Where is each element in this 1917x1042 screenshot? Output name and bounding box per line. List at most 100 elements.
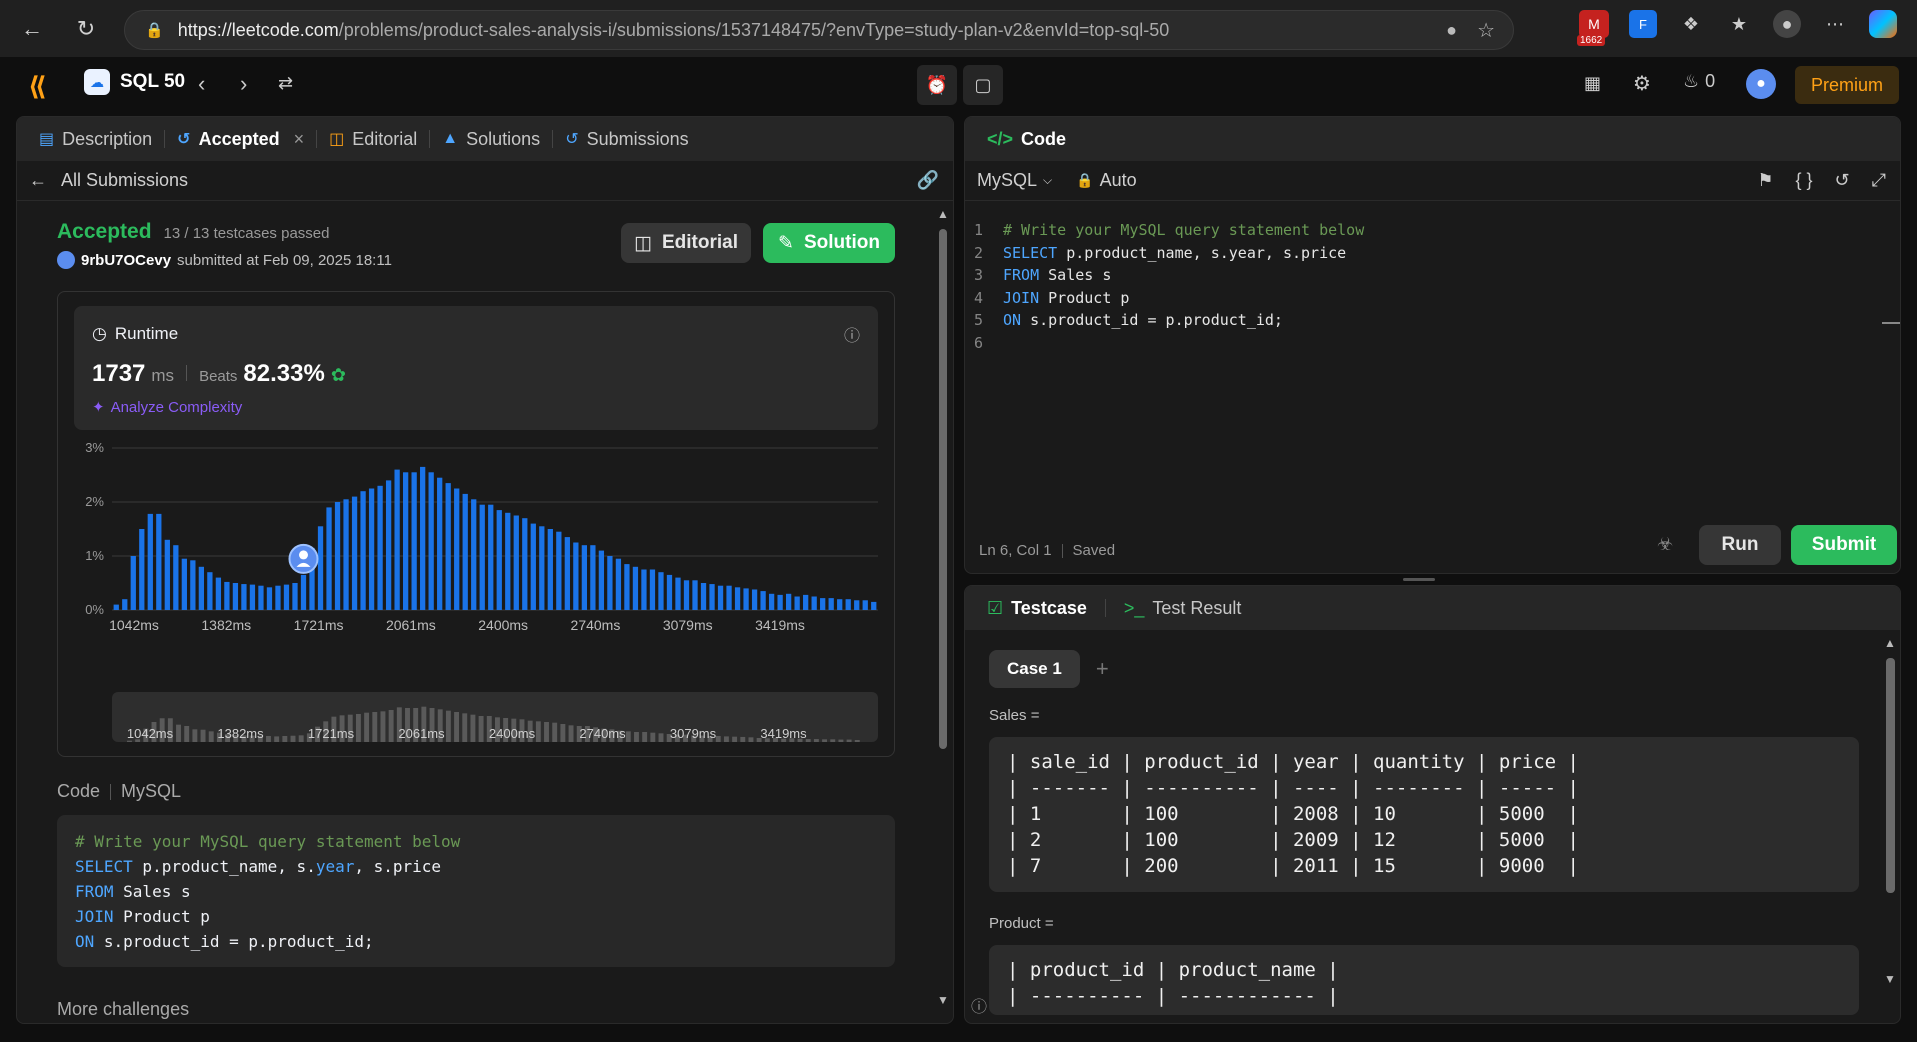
address-bar[interactable]: 🔒 https://leetcode.com/problems/product-… — [124, 10, 1514, 50]
translate-extension-icon[interactable]: F — [1629, 10, 1657, 38]
chart-bar — [666, 574, 673, 610]
chart-bar — [513, 515, 519, 610]
fullscreen-icon[interactable]: ⤢ — [1872, 170, 1886, 191]
all-submissions-label: All Submissions — [61, 170, 189, 190]
timer-icon[interactable]: ⏰ — [917, 65, 957, 105]
chart-bar — [266, 587, 273, 610]
user-avatar[interactable]: ● — [1746, 69, 1776, 99]
code-token: SELECT — [1003, 243, 1058, 262]
shuffle-icon[interactable]: ⇄ — [278, 73, 293, 94]
notes-icon[interactable]: ▢ — [963, 65, 1003, 105]
submit-button[interactable]: Submit — [1791, 525, 1897, 565]
leetcode-logo-icon[interactable]: ⟪ — [28, 71, 47, 102]
chart-range-slider[interactable]: 1042ms 1382ms 1721ms 2061ms 2400ms 2740ms 3079… — [112, 692, 878, 742]
tab-editorial[interactable]: ◫ Editorial — [321, 117, 425, 161]
chart-bar — [709, 584, 715, 610]
minimap-label: 3419ms — [760, 726, 807, 741]
chart-bar — [190, 560, 196, 610]
chart-bar — [445, 483, 451, 610]
favorites-icon[interactable]: ★ — [1725, 10, 1753, 38]
runtime-card: ◷ Runtime ⓘ 1737 ms Beats 82.33% ✿ ✦ Ana… — [57, 291, 895, 757]
product-input-table[interactable]: | product_id | product_name | | --------… — [989, 945, 1859, 1015]
streak-counter[interactable]: ♨ 0 — [1683, 71, 1715, 92]
back-arrow-icon[interactable]: ← — [14, 11, 50, 47]
minimap-bar — [372, 712, 378, 742]
minimap-label: 1721ms — [308, 726, 355, 741]
tab-description[interactable]: ▤ Description — [31, 117, 160, 161]
code-token: Sales s — [113, 882, 191, 901]
premium-button[interactable]: Premium — [1795, 66, 1900, 104]
next-problem-icon[interactable]: › — [240, 71, 247, 97]
minimap-bar — [192, 729, 198, 742]
minimap-bar — [388, 710, 394, 742]
scroll-down-icon[interactable]: ▼ — [937, 993, 949, 1007]
layout-icon[interactable]: ▦ — [1584, 73, 1601, 94]
prev-problem-icon[interactable]: ‹ — [198, 71, 205, 97]
browser-toolbar: ← ↻ 🔒 https://leetcode.com/problems/prod… — [0, 0, 1917, 57]
tab-submissions[interactable]: ↺ Submissions — [557, 117, 696, 161]
language-select[interactable]: MySQL ⌵ — [977, 170, 1052, 191]
chart-bar — [411, 472, 417, 610]
scroll-down-icon[interactable]: ▼ — [1884, 972, 1896, 986]
puzzle-icon[interactable]: ❖ — [1677, 10, 1705, 38]
info-icon[interactable]: ⓘ — [844, 322, 860, 346]
panel-resize-handle[interactable] — [1403, 578, 1435, 581]
left-scrollbar[interactable]: ▲ ▼ — [937, 207, 949, 1007]
reader-icon[interactable]: ● — [1446, 20, 1457, 41]
solution-button[interactable]: ✎ Solution — [763, 223, 895, 263]
submitter-name[interactable]: 9rbU7OCevy — [81, 252, 171, 269]
tab-testcase[interactable]: ☑ Testcase — [979, 586, 1095, 630]
chart-bar — [871, 601, 877, 610]
sales-input-table[interactable]: | sale_id | product_id | year | quantity… — [989, 737, 1859, 892]
chart-bar — [845, 599, 851, 610]
share-link-icon[interactable]: 🔗 — [917, 170, 939, 191]
code-editor[interactable]: 1 # Write your MySQL query statement belo… — [965, 211, 1885, 511]
close-tab-icon[interactable]: × — [294, 129, 305, 150]
chart-bar — [547, 529, 553, 610]
analyze-complexity-link[interactable]: ✦ Analyze Complexity — [92, 398, 242, 417]
chart-bar — [368, 488, 375, 610]
tab-test-result[interactable]: >_ Test Result — [1116, 586, 1250, 630]
copilot-icon[interactable] — [1869, 10, 1897, 38]
chart-bar — [130, 556, 136, 610]
run-button[interactable]: Run — [1699, 525, 1781, 565]
minimap-bar — [732, 736, 738, 742]
chart-bar — [624, 564, 630, 610]
y-tick-label: 2% — [85, 494, 104, 509]
study-plan-link[interactable]: ☁ SQL 50 — [84, 69, 185, 95]
scroll-up-icon[interactable]: ▲ — [937, 207, 949, 221]
chart-bar — [581, 545, 588, 610]
auto-mode-toggle[interactable]: 🔒 Auto — [1076, 170, 1136, 191]
star-icon[interactable]: ☆ — [1477, 18, 1495, 43]
mail-badge: 1662 — [1577, 35, 1606, 46]
document-icon: ▤ — [39, 131, 55, 148]
all-submissions-link[interactable]: ← All Submissions 🔗 — [17, 161, 953, 201]
chart-bar — [811, 596, 817, 610]
case-1-tab[interactable]: Case 1 — [989, 650, 1080, 688]
tab-accepted-label: Accepted — [198, 128, 280, 149]
debug-bug-icon[interactable]: ☣ — [1657, 534, 1673, 555]
tab-submissions-label: Submissions — [586, 128, 689, 149]
gmail-extension-icon[interactable]: M 1662 — [1577, 10, 1609, 46]
right-scrollbar[interactable]: ▲ ▼ — [1884, 636, 1896, 986]
scroll-thumb[interactable] — [939, 229, 947, 749]
scroll-thumb[interactable] — [1886, 658, 1895, 893]
tab-divider — [1104, 599, 1106, 617]
format-braces-icon[interactable]: { } — [1795, 170, 1812, 191]
tab-code[interactable]: </> Code — [979, 117, 1074, 161]
editorial-button[interactable]: ◫ Editorial — [621, 223, 751, 263]
minimap-bar — [290, 735, 296, 742]
settings-gear-icon[interactable]: ⚙ — [1633, 71, 1651, 96]
chart-bar — [437, 477, 443, 610]
reload-icon[interactable]: ↻ — [68, 11, 104, 47]
reset-icon[interactable]: ↺ — [1835, 170, 1850, 191]
more-options-icon[interactable]: ⋯ — [1821, 10, 1849, 38]
bookmark-icon[interactable]: ⚑ — [1757, 170, 1773, 191]
scroll-up-icon[interactable]: ▲ — [1884, 636, 1896, 650]
add-case-icon[interactable]: + — [1096, 656, 1109, 682]
tab-accepted[interactable]: ↺ Accepted × — [169, 117, 312, 161]
profile-avatar-icon[interactable]: ● — [1773, 10, 1801, 38]
tab-solutions[interactable]: ▲ Solutions — [434, 117, 548, 161]
help-icon[interactable]: ⓘ — [971, 993, 987, 1017]
editor-status: Ln 6, Col 1 Saved — [979, 542, 1115, 559]
